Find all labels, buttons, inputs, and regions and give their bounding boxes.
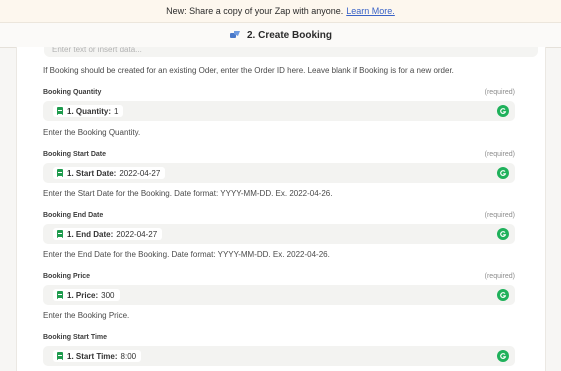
required-indicator: (required) xyxy=(484,212,515,219)
price-field[interactable]: 1. Price: 300 xyxy=(43,285,515,305)
pill-value: 8:00 xyxy=(120,351,137,361)
pill-value: 2022-04-27 xyxy=(116,229,158,239)
quantity-help: Enter the Booking Quantity. xyxy=(43,128,141,137)
pill-key: 1. Start Date: xyxy=(67,168,117,178)
sheets-icon xyxy=(57,352,63,360)
start-time-field[interactable]: 1. Start Time: 8:00 xyxy=(43,346,515,366)
app-step-icon xyxy=(229,31,240,38)
data-pill[interactable]: 1. Quantity: 1 xyxy=(53,105,124,117)
pill-value: 2022-04-27 xyxy=(119,168,161,178)
order-id-help: If Booking should be created for an exis… xyxy=(43,66,454,75)
data-pill[interactable]: 1. Price: 300 xyxy=(53,289,120,301)
step-title: 2. Create Booking xyxy=(246,29,333,41)
grammarly-icon[interactable] xyxy=(497,105,509,117)
pill-key: 1. Start Time: xyxy=(67,351,118,361)
sheets-icon xyxy=(57,230,63,238)
field-label-price: Booking Price xyxy=(43,273,91,280)
pill-value: 1 xyxy=(114,106,119,116)
data-pill[interactable]: 1. Start Time: 8:00 xyxy=(53,350,142,362)
grammarly-icon[interactable] xyxy=(497,289,509,301)
data-pill[interactable]: 1. Start Date: 2022-04-27 xyxy=(53,167,166,179)
grammarly-icon[interactable] xyxy=(497,228,509,240)
data-pill[interactable]: 1. End Date: 2022-04-27 xyxy=(53,228,163,240)
pill-key: 1. Price: xyxy=(67,290,99,300)
quantity-field[interactable]: 1. Quantity: 1 xyxy=(43,101,515,121)
field-label-quantity: Booking Quantity xyxy=(43,89,102,96)
sheets-icon xyxy=(57,107,63,115)
required-indicator: (required) xyxy=(484,151,515,158)
field-label-start-date: Booking Start Date xyxy=(43,151,107,158)
grammarly-icon[interactable] xyxy=(497,167,509,179)
pill-value: 300 xyxy=(101,290,115,300)
form-panel: Enter text or insert data... If Booking … xyxy=(16,47,546,371)
step-header: 2. Create Booking xyxy=(0,23,561,48)
learn-more-link[interactable]: Learn More. xyxy=(346,6,395,16)
pill-key: 1. End Date: xyxy=(67,229,114,239)
announcement-banner: New: Share a copy of your Zap with anyon… xyxy=(0,0,561,23)
end-date-field[interactable]: 1. End Date: 2022-04-27 xyxy=(43,224,515,244)
field-label-end-date: Booking End Date xyxy=(43,212,104,219)
required-indicator: (required) xyxy=(484,89,515,96)
banner-text: New: Share a copy of your Zap with anyon… xyxy=(166,6,344,16)
sheets-icon xyxy=(57,291,63,299)
required-indicator: (required) xyxy=(484,273,515,280)
grammarly-icon[interactable] xyxy=(497,350,509,362)
order-id-input[interactable]: Enter text or insert data... xyxy=(44,47,538,57)
pill-key: 1. Quantity: xyxy=(67,106,112,116)
sheets-icon xyxy=(57,169,63,177)
end-date-help: Enter the End Date for the Booking. Date… xyxy=(43,250,330,259)
field-label-start-time: Booking Start Time xyxy=(43,334,108,341)
start-date-field[interactable]: 1. Start Date: 2022-04-27 xyxy=(43,163,515,183)
price-help: Enter the Booking Price. xyxy=(43,311,130,320)
start-date-help: Enter the Start Date for the Booking. Da… xyxy=(43,189,333,198)
